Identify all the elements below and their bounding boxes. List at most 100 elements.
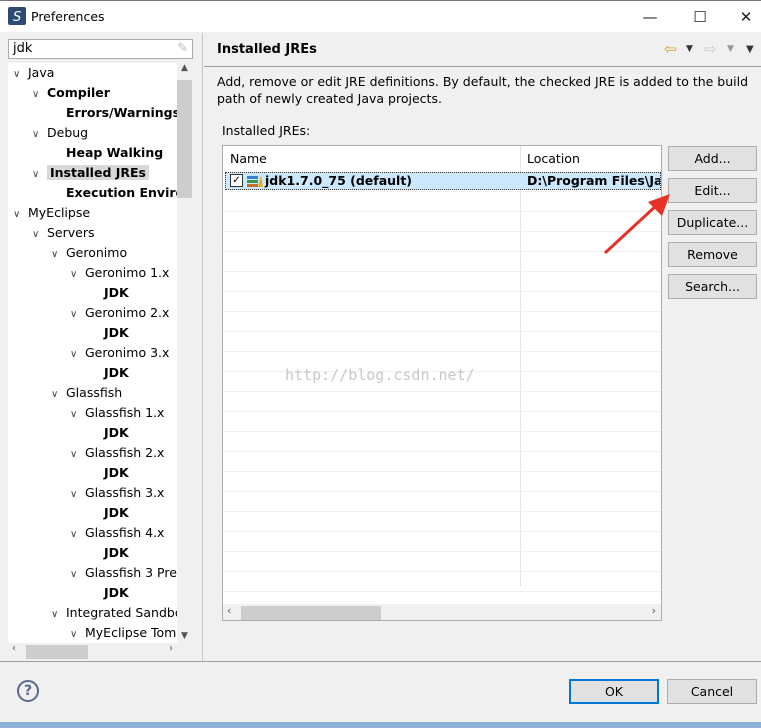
grid-line [223, 251, 661, 252]
edit-button[interactable]: Edit... [668, 178, 757, 203]
tree-item[interactable]: ∨ Installed JREs [32, 163, 150, 185]
tree-item[interactable]: ∨ Glassfish [51, 383, 122, 403]
tree-item[interactable]: Execution Environ [51, 183, 177, 203]
grid-line [223, 531, 661, 532]
tree-item-label: JDK [104, 505, 129, 520]
chevron-down-icon[interactable]: ∨ [51, 605, 66, 625]
chevron-down-icon[interactable]: ∨ [70, 345, 85, 365]
tree-item[interactable]: ∨ Compiler [32, 83, 110, 103]
chevron-down-icon[interactable]: ∨ [70, 305, 85, 325]
tree-item[interactable]: ∨ Glassfish 2.x [70, 443, 164, 463]
tree-item[interactable]: ∨ Geronimo 3.x [70, 343, 169, 363]
chevron-down-icon[interactable]: ∨ [13, 205, 28, 225]
grid-line [223, 351, 661, 352]
tree-item[interactable]: ∨ Integrated Sandbo [51, 603, 177, 623]
tree-item[interactable]: ∨ Geronimo 1.x [70, 263, 169, 283]
filter-input[interactable]: jdk ✎ [8, 39, 193, 59]
tree-item[interactable]: ∨ Servers [32, 223, 95, 243]
tree-item[interactable]: ∨ Glassfish 3.x [70, 483, 164, 503]
tree-item[interactable]: ∨ Geronimo [51, 243, 127, 263]
chevron-down-icon[interactable]: ∨ [70, 265, 85, 285]
minimize-button[interactable]: — [630, 5, 670, 29]
tree-item[interactable]: ∨ MyEclipse [13, 203, 90, 223]
tree-item[interactable]: ∨ Debug [32, 123, 88, 143]
chevron-down-icon[interactable]: ∨ [32, 125, 47, 145]
tree-item[interactable]: JDK [89, 583, 129, 603]
ok-button[interactable]: OK [569, 679, 659, 704]
tree-item[interactable]: ∨ MyEclipse Tom [70, 623, 176, 643]
chevron-down-icon[interactable]: ∨ [32, 85, 47, 105]
back-arrow-icon[interactable]: ⇦ [664, 40, 677, 58]
tree-item[interactable]: JDK [89, 363, 129, 383]
duplicate-button[interactable]: Duplicate... [668, 210, 757, 235]
maximize-button[interactable]: ☐ [680, 5, 720, 29]
tree-item-label: JDK [104, 365, 129, 380]
tree-item[interactable]: JDK [89, 503, 129, 523]
chevron-down-icon[interactable]: ∨ [70, 405, 85, 425]
help-icon[interactable]: ? [17, 680, 39, 702]
column-header-name[interactable]: Name [223, 146, 267, 171]
chevron-down-icon[interactable]: ∨ [51, 245, 66, 265]
table-horizontal-scroll-thumb[interactable] [241, 606, 381, 620]
tree-item[interactable]: ∨ Geronimo 2.x [70, 303, 169, 323]
grid-line [223, 191, 661, 192]
header-separator [204, 66, 761, 67]
grid-line [223, 491, 661, 492]
chevron-down-icon[interactable]: ∨ [70, 565, 85, 585]
back-dropdown-icon[interactable]: ▼ [686, 44, 693, 54]
tree-item[interactable]: JDK [89, 543, 129, 563]
tree-horizontal-scroll-thumb[interactable] [26, 645, 88, 659]
tree-item[interactable]: JDK [89, 283, 129, 303]
filter-value: jdk [13, 41, 33, 56]
grid-line [223, 231, 661, 232]
tree-item[interactable]: ∨ Java [13, 63, 54, 83]
tree-item[interactable]: JDK [89, 323, 129, 343]
tree-item[interactable]: JDK [89, 463, 129, 483]
window-title: Preferences [31, 9, 105, 24]
grid-line [223, 571, 661, 572]
chevron-down-icon[interactable]: ∨ [32, 225, 47, 245]
tree-item-label: Geronimo 3.x [85, 345, 170, 360]
grid-line [223, 471, 661, 472]
app-icon: S [8, 7, 26, 25]
chevron-down-icon[interactable]: ∨ [70, 625, 85, 643]
tree-item[interactable]: Heap Walking [51, 143, 163, 163]
tree-vertical-scroll-thumb[interactable] [177, 80, 192, 198]
annotation-arrow-icon [603, 194, 670, 255]
remove-button[interactable]: Remove [668, 242, 757, 267]
search-button[interactable]: Search... [668, 274, 757, 299]
grid-line [223, 451, 661, 452]
tree-item-label: JDK [104, 425, 129, 440]
tree-item-label: Geronimo 2.x [85, 305, 170, 320]
tree-item-label: MyEclipse Tom [85, 625, 177, 640]
tree-item[interactable]: ∨ Glassfish 3 Pre [70, 563, 177, 583]
chevron-down-icon[interactable]: ∨ [32, 165, 47, 185]
column-header-location[interactable]: Location [520, 146, 580, 171]
svg-text:S: S [13, 10, 21, 25]
grid-line [223, 311, 661, 312]
forward-dropdown-icon[interactable]: ▼ [727, 44, 734, 54]
grid-line [223, 291, 661, 292]
jre-checkbox[interactable]: ✓ [230, 174, 243, 187]
tree-item-label: Glassfish 3.x [85, 485, 165, 500]
chevron-down-icon[interactable]: ∨ [13, 65, 28, 85]
add-button[interactable]: Add... [668, 146, 757, 171]
column-divider[interactable] [520, 146, 521, 586]
tree-item-label: Compiler [47, 85, 110, 100]
chevron-down-icon[interactable]: ∨ [51, 385, 66, 405]
close-button[interactable]: ✕ [726, 5, 761, 29]
view-menu-icon[interactable]: ▼ [746, 44, 754, 55]
tree-item[interactable]: ∨ Glassfish 1.x [70, 403, 164, 423]
tree-item[interactable]: JDK [89, 423, 129, 443]
tree-item[interactable]: Errors/Warnings [51, 103, 177, 123]
chevron-down-icon[interactable]: ∨ [70, 445, 85, 465]
chevron-down-icon[interactable]: ∨ [70, 525, 85, 545]
pane-divider[interactable] [202, 33, 203, 661]
tree-item[interactable]: ∨ Glassfish 4.x [70, 523, 164, 543]
clear-filter-icon[interactable]: ✎ [177, 41, 188, 56]
cancel-button[interactable]: Cancel [667, 679, 757, 704]
table-row[interactable]: ✓ jdk1.7.0_75 (default) D:\Program Files… [225, 172, 661, 190]
chevron-down-icon[interactable]: ∨ [70, 485, 85, 505]
tree-item-label: Heap Walking [66, 145, 164, 160]
forward-arrow-icon[interactable]: ⇨ [704, 40, 717, 58]
